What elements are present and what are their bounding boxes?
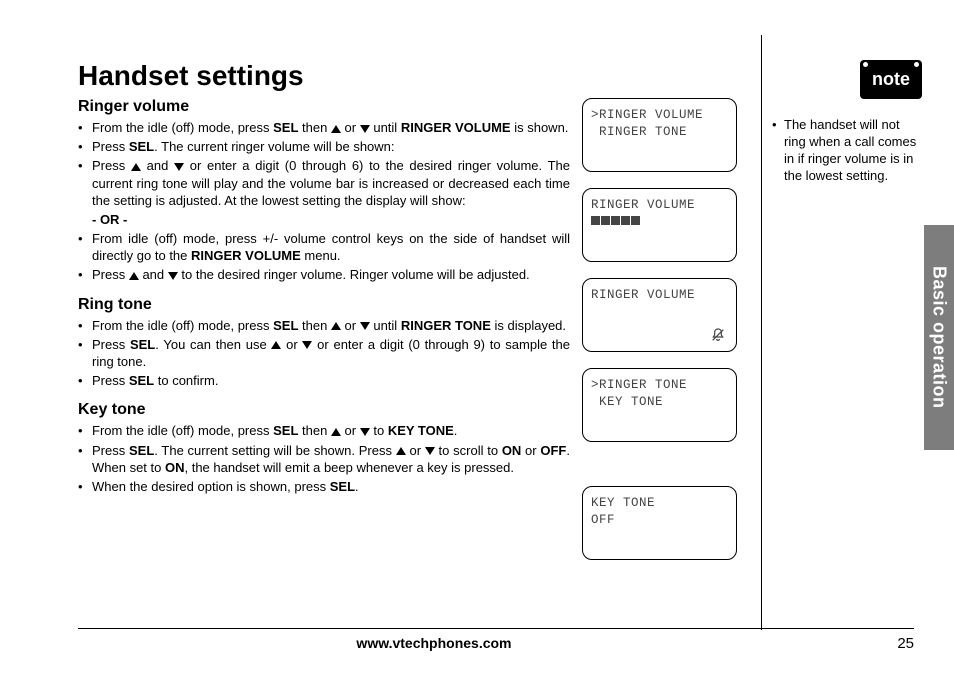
up-arrow-icon xyxy=(271,341,281,349)
note-list: The handset will not ring when a call co… xyxy=(772,117,922,185)
list-item: From the idle (off) mode, press SEL then… xyxy=(78,422,570,439)
list-item: Press and to the desired ringer volume. … xyxy=(78,266,570,283)
lcd-line: >RINGER VOLUME xyxy=(591,107,728,124)
page-footer: www.vtechphones.com 25 xyxy=(78,628,914,652)
list-item: Press SEL. The current setting will be s… xyxy=(78,442,570,476)
footer-url: www.vtechphones.com xyxy=(356,635,511,651)
note-block: note The handset will not ring when a ca… xyxy=(772,60,922,185)
list-item: From idle (off) mode, press +/- volume c… xyxy=(78,230,570,264)
lcd-line: KEY TONE xyxy=(591,394,728,411)
page: Basic operation Handset settings Ringer … xyxy=(0,0,954,682)
divider-line xyxy=(761,35,762,630)
list-ring-tone: From the idle (off) mode, press SEL then… xyxy=(78,317,570,390)
up-arrow-icon xyxy=(129,272,139,280)
down-arrow-icon xyxy=(360,125,370,133)
lcd-line: OFF xyxy=(591,512,728,529)
bell-off-icon xyxy=(710,327,726,343)
note-item: The handset will not ring when a call co… xyxy=(772,117,922,185)
lcd-screen-1: >RINGER VOLUME RINGER TONE xyxy=(582,98,737,172)
list-item: From the idle (off) mode, press SEL then… xyxy=(78,119,570,136)
lcd-line: RINGER VOLUME xyxy=(591,287,728,304)
list-item: Press SEL to confirm. xyxy=(78,372,570,389)
list-item: Press and or enter a digit (0 through 6)… xyxy=(78,157,570,208)
lcd-screen-3: RINGER VOLUME xyxy=(582,278,737,352)
text-column: Ringer volume From the idle (off) mode, … xyxy=(78,96,570,576)
heading-ringer-volume: Ringer volume xyxy=(78,96,570,117)
up-arrow-icon xyxy=(331,428,341,436)
list-ringer-volume-2: From idle (off) mode, press +/- volume c… xyxy=(78,230,570,283)
list-item: When the desired option is shown, press … xyxy=(78,478,570,495)
up-arrow-icon xyxy=(396,447,406,455)
lcd-line: RINGER VOLUME xyxy=(591,197,728,214)
list-item: Press SEL. You can then use or or enter … xyxy=(78,336,570,370)
lcd-column: >RINGER VOLUME RINGER TONE RINGER VOLUME… xyxy=(582,96,747,576)
down-arrow-icon xyxy=(360,322,370,330)
heading-key-tone: Key tone xyxy=(78,399,570,420)
up-arrow-icon xyxy=(131,163,141,171)
list-ringer-volume: From the idle (off) mode, press SEL then… xyxy=(78,119,570,209)
page-number: 25 xyxy=(897,635,914,652)
list-key-tone: From the idle (off) mode, press SEL then… xyxy=(78,422,570,495)
volume-bar-icon xyxy=(591,216,728,225)
down-arrow-icon xyxy=(302,341,312,349)
heading-ring-tone: Ring tone xyxy=(78,294,570,315)
up-arrow-icon xyxy=(331,322,341,330)
list-item: Press SEL. The current ringer volume wil… xyxy=(78,138,570,155)
lcd-line: KEY TONE xyxy=(591,495,728,512)
lcd-screen-4: >RINGER TONE KEY TONE xyxy=(582,368,737,442)
lcd-line: RINGER TONE xyxy=(591,124,728,141)
down-arrow-icon xyxy=(425,447,435,455)
or-separator: - OR - xyxy=(78,211,570,228)
down-arrow-icon xyxy=(168,272,178,280)
lcd-line: >RINGER TONE xyxy=(591,377,728,394)
section-tab: Basic operation xyxy=(924,225,954,450)
lcd-screen-2: RINGER VOLUME xyxy=(582,188,737,262)
down-arrow-icon xyxy=(360,428,370,436)
down-arrow-icon xyxy=(174,163,184,171)
list-item: From the idle (off) mode, press SEL then… xyxy=(78,317,570,334)
lcd-screen-5: KEY TONE OFF xyxy=(582,486,737,560)
note-badge: note xyxy=(860,60,922,99)
up-arrow-icon xyxy=(331,125,341,133)
